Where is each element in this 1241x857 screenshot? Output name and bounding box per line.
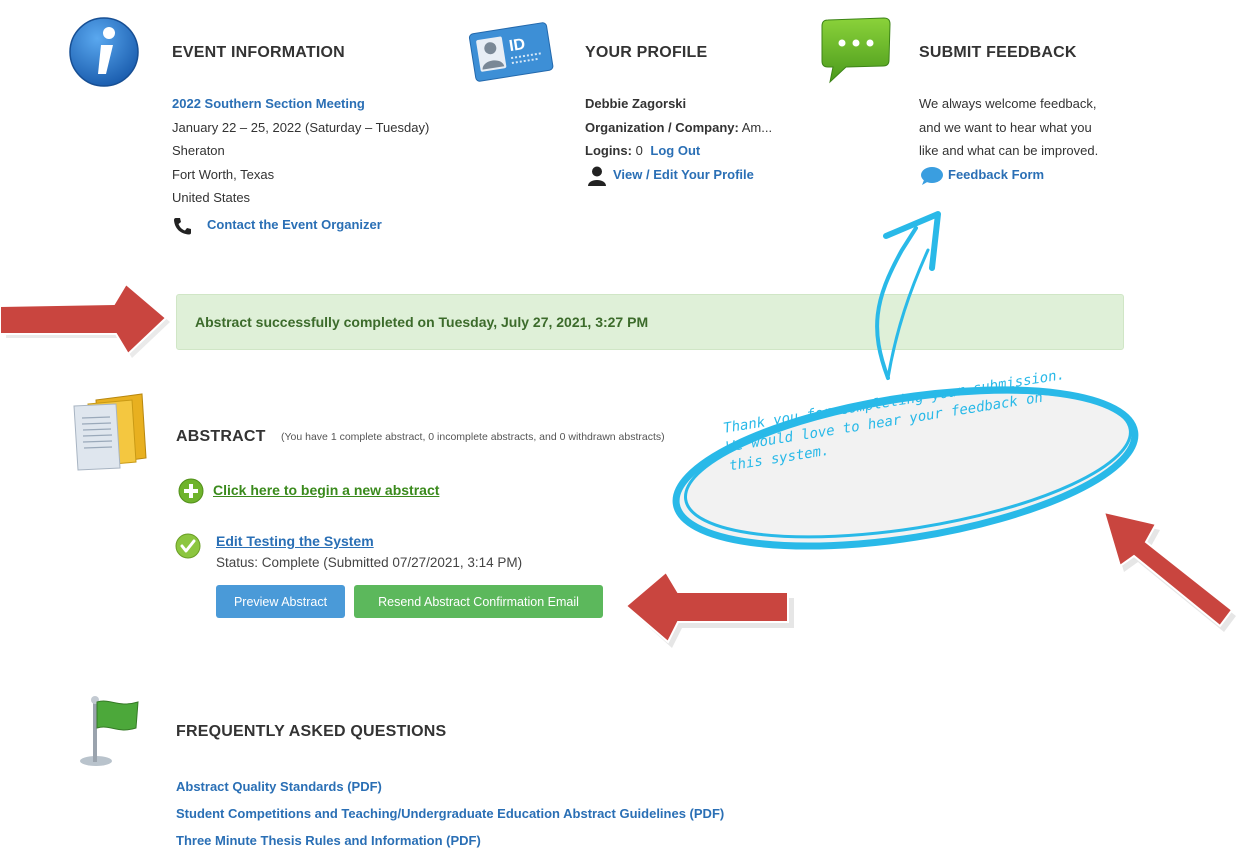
person-icon xyxy=(588,166,606,186)
org-value: Am... xyxy=(741,119,773,135)
phone-icon xyxy=(172,217,192,235)
faq-link-student-guidelines[interactable]: Student Competitions and Teaching/Underg… xyxy=(176,800,724,827)
annotation-arrow-icon xyxy=(622,568,798,650)
event-city: Fort Worth, Texas xyxy=(172,166,275,182)
success-alert-message: Abstract successfully completed on Tuesd… xyxy=(195,314,649,330)
feedback-line-1: We always welcome feedback, xyxy=(919,96,1097,111)
meeting-link[interactable]: 2022 Southern Section Meeting xyxy=(172,96,365,111)
annotation-arrow-icon xyxy=(0,282,176,364)
info-icon xyxy=(68,16,140,88)
resend-confirmation-button[interactable]: Resend Abstract Confirmation Email xyxy=(354,585,603,618)
contact-organizer-link[interactable]: Contact the Event Organizer xyxy=(207,213,382,237)
org-label: Organization / Company: xyxy=(585,119,739,135)
abstract-status: Status: Complete (Submitted 07/27/2021, … xyxy=(216,555,523,570)
profile-heading: YOUR PROFILE xyxy=(585,44,708,61)
feedback-line-2: and we want to hear what you xyxy=(919,119,1092,135)
feedback-line-3: like and what can be improved. xyxy=(919,143,1099,158)
edit-profile-link[interactable]: View / Edit Your Profile xyxy=(613,163,754,187)
folder-icon xyxy=(66,392,150,472)
feedback-text: We always welcome feedback, and we want … xyxy=(919,92,1098,163)
new-abstract-link[interactable]: Click here to begin a new abstract xyxy=(213,482,439,498)
event-country: United States xyxy=(172,190,251,205)
faq-heading: FREQUENTLY ASKED QUESTIONS xyxy=(176,723,447,740)
event-info-heading: EVENT INFORMATION xyxy=(172,44,345,61)
feedback-heading: SUBMIT FEEDBACK xyxy=(919,44,1077,61)
plus-circle-icon xyxy=(178,478,204,504)
flag-icon xyxy=(78,694,144,768)
preview-abstract-button[interactable]: Preview Abstract xyxy=(216,585,345,618)
chat-icon xyxy=(920,166,944,186)
speech-bubble-icon xyxy=(818,14,892,86)
event-details: 2022 Southern Section Meeting January 22… xyxy=(172,92,429,210)
faq-link-quality-standards[interactable]: Abstract Quality Standards (PDF) xyxy=(176,773,724,800)
checkmark-icon xyxy=(175,533,201,559)
edit-abstract-link[interactable]: Edit Testing the System xyxy=(216,533,374,549)
logins-value: 0 xyxy=(635,143,643,158)
logout-link[interactable]: Log Out xyxy=(650,143,700,158)
event-dates: January 22 – 25, 2022 (Saturday – Tuesda… xyxy=(172,119,430,135)
id-badge-text: ID xyxy=(508,36,526,55)
feedback-form-link[interactable]: Feedback Form xyxy=(948,163,1044,187)
id-card-icon: ID xyxy=(466,20,556,82)
profile-details: Debbie Zagorski Organization / Company: … xyxy=(585,92,772,163)
event-venue: Sheraton xyxy=(172,143,225,158)
faq-list: Abstract Quality Standards (PDF) Student… xyxy=(176,773,724,854)
profile-name: Debbie Zagorski xyxy=(585,96,687,111)
abstract-heading: ABSTRACT xyxy=(176,428,266,445)
logins-label: Logins: xyxy=(585,143,632,158)
faq-link-three-minute-thesis[interactable]: Three Minute Thesis Rules and Informatio… xyxy=(176,827,724,854)
